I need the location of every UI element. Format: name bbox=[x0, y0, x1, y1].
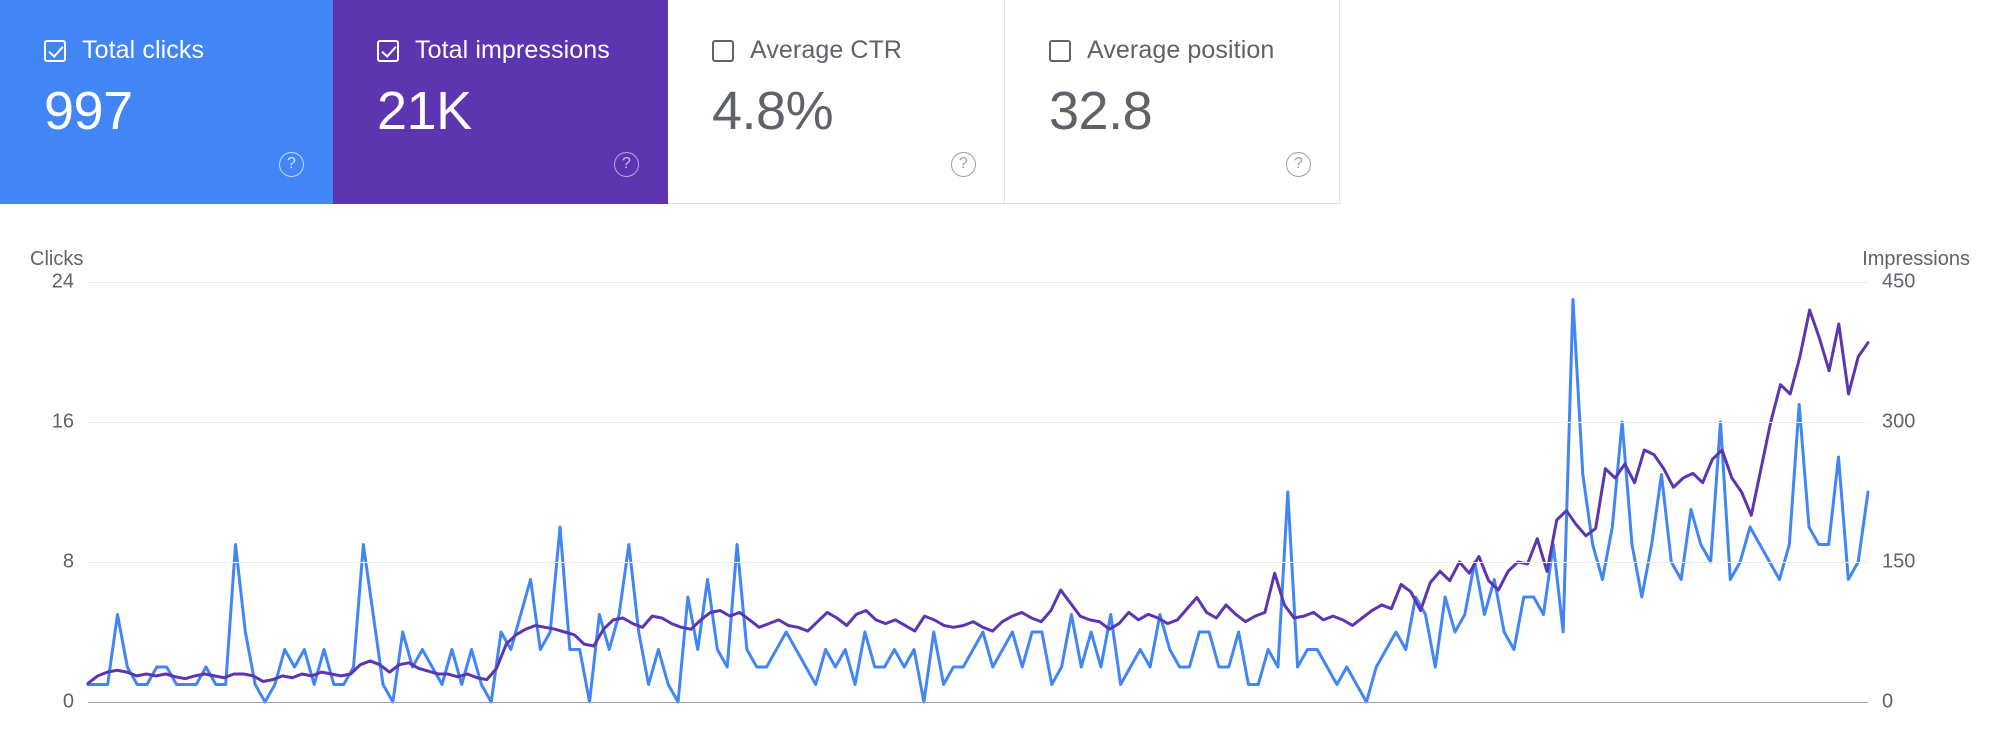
gridline bbox=[88, 562, 1868, 563]
checkbox-icon[interactable] bbox=[712, 39, 734, 62]
metric-value: 997 bbox=[44, 81, 133, 141]
right-axis-tick: 150 bbox=[1882, 550, 1916, 573]
metric-label: Total impressions bbox=[415, 36, 610, 64]
axis-baseline bbox=[88, 702, 1868, 703]
metric-card-average-position[interactable]: Average position 32.8? bbox=[1005, 0, 1340, 204]
metric-card-total-impressions[interactable]: Total impressions 21K? bbox=[333, 0, 668, 204]
metric-card-header: Total clicks bbox=[44, 36, 332, 65]
left-axis-title: Clicks bbox=[30, 248, 84, 270]
metric-value: 4.8% bbox=[712, 81, 834, 141]
right-axis-title: Impressions bbox=[1862, 248, 1970, 270]
metric-card-header: Total impressions bbox=[377, 36, 667, 65]
left-axis-tick: 16 bbox=[51, 410, 74, 433]
metric-card-total-clicks[interactable]: Total clicks 997? bbox=[0, 0, 333, 204]
chart-line-layer bbox=[88, 282, 1868, 702]
metric-card-average-ctr[interactable]: Average CTR 4.8%? bbox=[668, 0, 1005, 204]
gridline bbox=[88, 282, 1868, 283]
checkbox-icon[interactable] bbox=[44, 39, 66, 62]
help-icon[interactable]: ? bbox=[279, 152, 304, 177]
checkbox-icon[interactable] bbox=[1049, 39, 1071, 62]
metric-label: Total clicks bbox=[82, 36, 205, 64]
chart-plot-area: 00815016300244503/27/224/15/225/4/225/24… bbox=[52, 271, 1916, 713]
help-icon[interactable]: ? bbox=[614, 152, 639, 177]
metric-card-header: Average position bbox=[1049, 36, 1339, 65]
left-axis-tick: 8 bbox=[62, 550, 74, 573]
metric-card-header: Average CTR bbox=[712, 36, 1004, 65]
help-icon[interactable]: ? bbox=[1286, 152, 1311, 177]
right-axis-tick: 0 bbox=[1882, 690, 1894, 713]
right-axis-tick: 450 bbox=[1882, 270, 1916, 293]
series-line-impressions bbox=[88, 310, 1868, 683]
help-icon[interactable]: ? bbox=[951, 152, 976, 177]
checkbox-icon[interactable] bbox=[377, 39, 399, 62]
left-axis-tick: 0 bbox=[62, 690, 74, 713]
gridline bbox=[88, 422, 1868, 423]
performance-panel: Total clicks 997? Total impressions 21K? Ave… bbox=[0, 0, 2000, 734]
metric-value: 32.8 bbox=[1049, 81, 1153, 141]
performance-chart: Clicks Impressions 00815016300244503/27/… bbox=[0, 204, 2000, 734]
right-axis-tick: 300 bbox=[1882, 410, 1916, 433]
metric-label: Average position bbox=[1087, 36, 1275, 64]
metric-label: Average CTR bbox=[750, 36, 903, 64]
metric-value: 21K bbox=[377, 81, 472, 141]
left-axis-tick: 24 bbox=[51, 270, 74, 293]
metric-cards-row: Total clicks 997? Total impressions 21K? Ave… bbox=[0, 0, 1340, 204]
